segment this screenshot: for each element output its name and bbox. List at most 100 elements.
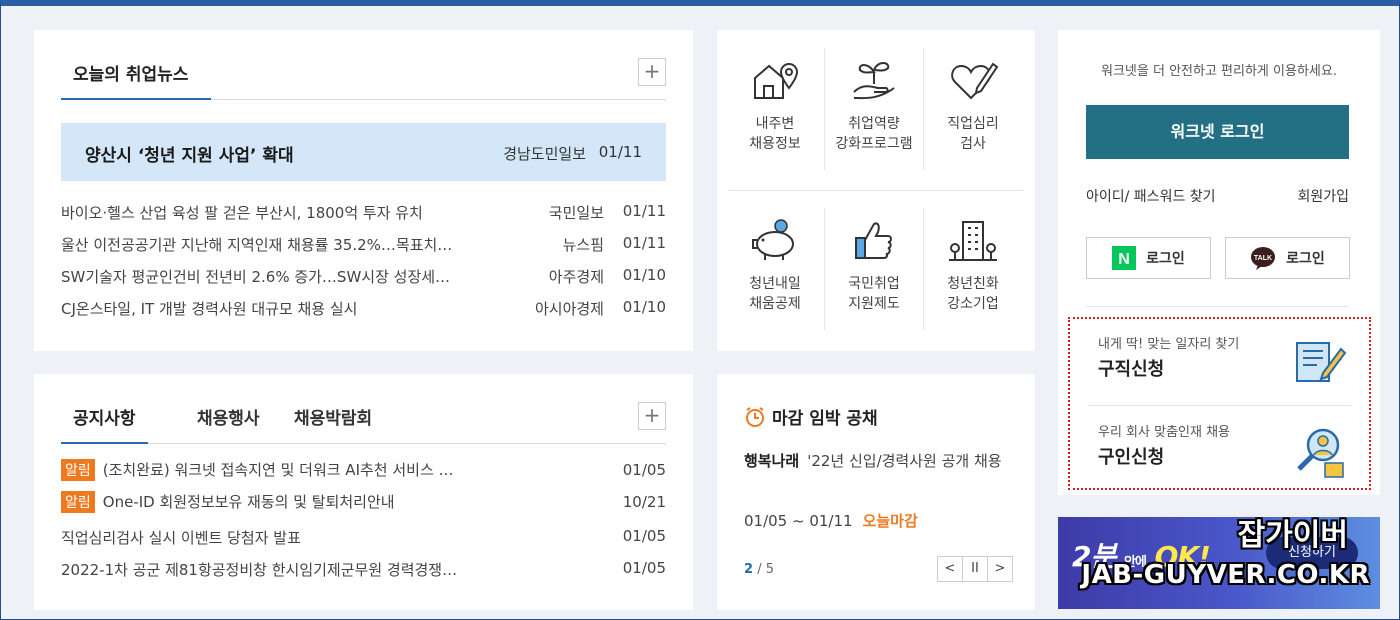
prev-button[interactable]: < xyxy=(937,556,963,582)
service-label: 청년친화 강소기업 xyxy=(947,276,999,312)
heart-pen-icon xyxy=(951,62,999,100)
headline-date: 01/11 xyxy=(598,143,642,161)
kakaotalk-icon: TALK xyxy=(1251,247,1276,270)
naver-mark: N xyxy=(1118,251,1130,268)
magnifier-person-icon xyxy=(1297,428,1344,478)
services-card: 내주변 채용정보 취업역량 강화프로그램 직업심리 검사 청년내일 채움공제 국… xyxy=(717,30,1035,351)
tab-job-fair[interactable]: 채용박람회 xyxy=(294,404,372,429)
login-card: 워크넷을 더 안전하고 편리하게 이용하세요. 워크넷 로그인 아이디/ 패스워… xyxy=(1058,30,1380,495)
headline-title: 양산시 ‘청년 지원 사업’ 확대 xyxy=(85,146,294,166)
document-pen-icon xyxy=(1296,342,1347,382)
kakao-mark: TALK xyxy=(1254,255,1272,262)
piggy-bank-icon xyxy=(752,219,794,260)
deadline-title: 마감 임박 공채 xyxy=(772,409,878,429)
notice-badge: 알림 xyxy=(61,459,95,481)
notice-tabs: 공지사항 채용행사 채용박람회 + xyxy=(61,374,666,444)
notice-item[interactable]: 직업심리검사 실시 이벤트 당첨자 발표 01/05 xyxy=(61,525,666,549)
service-label: 취업역량 강화프로그램 xyxy=(835,116,913,152)
find-id-password-link[interactable]: 아이디/ 패스워드 찾기 xyxy=(1086,186,1216,206)
tab-recruit-events[interactable]: 채용행사 xyxy=(197,404,260,429)
naver-login-button[interactable]: N 로그인 xyxy=(1086,237,1211,279)
worknet-login-button[interactable]: 워크넷 로그인 xyxy=(1086,105,1349,159)
notice-item-date: 01/05 xyxy=(622,461,666,479)
notice-item[interactable]: 알림 (조치완료) 워크넷 접속지연 및 더워크 AI추천 서비스 … 01/05 xyxy=(61,459,666,483)
watermark-url: JAB-GUYVER.CO.KR xyxy=(1081,560,1370,590)
news-item-title: CJ온스타일, IT 개발 경력사원 대규모 채용 실시 xyxy=(61,300,358,318)
deadline-period-row: 01/05 ~ 01/11 오늘마감 xyxy=(744,510,918,531)
sprout-hand-icon xyxy=(853,62,895,100)
pause-button[interactable]: II xyxy=(962,556,988,582)
employer-apply[interactable]: 우리 회사 맞춤인재 채용 구인신청 xyxy=(1070,407,1369,491)
news-item-title: SW기술자 평균인건비 전년비 2.6% 증가…SW시장 성장세… xyxy=(61,268,451,286)
deadline-card: 마감 임박 공채 행복나래 '22년 신입/경력사원 공개 채용 01/05 ~ … xyxy=(717,374,1035,610)
news-item[interactable]: SW기술자 평균인건비 전년비 2.6% 증가…SW시장 성장세… 아주경제 0… xyxy=(61,264,666,288)
quick-title: 구직신청 xyxy=(1098,359,1165,380)
tab-notice[interactable]: 공지사항 xyxy=(61,404,148,444)
alarm-clock-icon xyxy=(746,407,764,427)
notice-item-title: 2022-1차 공군 제81항공정비창 한시임기제군무원 경력경쟁… xyxy=(61,561,458,579)
news-header: 오늘의 취업뉴스 + xyxy=(61,30,666,100)
news-item[interactable]: 울산 이전공공기관 지난해 지역인재 채용률 35.2%…목표치… 뉴스핌 01… xyxy=(61,232,666,256)
divider xyxy=(1088,405,1351,406)
tab-today-news[interactable]: 오늘의 취업뉴스 xyxy=(61,30,211,100)
notice-card: 공지사항 채용행사 채용박람회 + 알림 (조치완료) 워크넷 접속지연 및 더워… xyxy=(34,374,693,610)
news-item-source: 아주경제 xyxy=(548,268,604,286)
news-item-date: 01/10 xyxy=(622,298,666,316)
news-item-date: 01/11 xyxy=(622,202,666,220)
news-card: 오늘의 취업뉴스 + 양산시 ‘청년 지원 사업’ 확대 경남도민일보 01/1… xyxy=(34,30,693,351)
news-item-source: 뉴스핌 xyxy=(562,236,604,254)
news-item[interactable]: CJ온스타일, IT 개발 경력사원 대규모 채용 실시 아시아경제 01/10 xyxy=(61,296,666,320)
quick-title: 구인신청 xyxy=(1098,447,1165,468)
building-icon xyxy=(949,221,997,261)
kakao-login-button[interactable]: TALK 로그인 xyxy=(1225,237,1350,279)
news-item-title: 울산 이전공공기관 지난해 지역인재 채용률 35.2%…목표치… xyxy=(61,236,453,254)
deadline-company: 행복나래 xyxy=(744,452,800,470)
job-seeker-apply[interactable]: 내게 딱! 맞는 일자리 찾기 구직신청 xyxy=(1070,319,1369,403)
news-headline[interactable]: 양산시 ‘청년 지원 사업’ 확대 경남도민일보 01/11 xyxy=(61,123,666,181)
service-career-test[interactable]: 직업심리 검사 xyxy=(924,58,1022,180)
next-button[interactable]: > xyxy=(987,556,1013,582)
notice-item-date: 10/21 xyxy=(622,493,666,511)
house-location-icon xyxy=(754,62,799,99)
notice-item-title: (조치완료) 워크넷 접속지연 및 더워크 AI추천 서비스 … xyxy=(102,461,454,479)
service-label: 내주변 채용정보 xyxy=(749,116,801,152)
service-competency-program[interactable]: 취업역량 강화프로그램 xyxy=(825,58,923,180)
service-label: 청년내일 채움공제 xyxy=(749,276,801,312)
watermark-title: 잡가이버 xyxy=(1237,518,1348,553)
service-label: 국민취업 지원제도 xyxy=(848,276,900,312)
divider xyxy=(729,190,1023,191)
naver-icon: N xyxy=(1112,246,1137,270)
news-item-source: 국민일보 xyxy=(548,204,604,222)
notice-item[interactable]: 알림 One-ID 회원정보보유 재동의 및 탈퇴처리안내 10/21 xyxy=(61,491,666,515)
pager-total: / 5 xyxy=(757,562,774,577)
news-item-source: 아시아경제 xyxy=(534,300,604,318)
deadline-pager: 2 / 5 xyxy=(744,562,774,577)
login-notice: 워크넷을 더 안전하고 편리하게 이용하세요. xyxy=(1101,64,1337,79)
notice-item[interactable]: 2022-1차 공군 제81항공정비창 한시임기제군무원 경력경쟁… 01/05 xyxy=(61,557,666,581)
service-youth-savings[interactable]: 청년내일 채움공제 xyxy=(726,218,824,340)
headline-source: 경남도민일보 xyxy=(503,145,586,163)
quick-subtitle: 우리 회사 맞춤인재 채용 xyxy=(1098,425,1230,440)
news-item-title: 바이오·헬스 산업 육성 팔 걷은 부산시, 1800억 투자 유치 xyxy=(61,204,423,222)
deadline-period: 01/05 ~ 01/11 xyxy=(744,512,853,530)
news-more-button[interactable]: + xyxy=(638,58,666,86)
quick-apply-box: 내게 딱! 맞는 일자리 찾기 구직신청 우리 회사 맞춤인재 채용 구인신청 xyxy=(1068,317,1371,490)
kakao-login-label: 로그인 xyxy=(1286,251,1325,267)
deadline-heading: 마감 임박 공채 xyxy=(744,404,878,429)
naver-login-label: 로그인 xyxy=(1146,251,1185,267)
pager-current: 2 xyxy=(744,562,754,577)
deadline-posting[interactable]: 행복나래 '22년 신입/경력사원 공개 채용 xyxy=(744,446,1014,476)
quick-subtitle: 내게 딱! 맞는 일자리 찾기 xyxy=(1098,337,1240,352)
service-youth-friendly-companies[interactable]: 청년친화 강소기업 xyxy=(924,218,1022,340)
signup-link[interactable]: 회원가입 xyxy=(1297,186,1349,206)
service-employment-support[interactable]: 국민취업 지원제도 xyxy=(825,218,923,340)
pager-controls: < II > xyxy=(937,556,1013,582)
service-nearby-jobs[interactable]: 내주변 채용정보 xyxy=(726,58,824,180)
notice-item-date: 01/05 xyxy=(622,527,666,545)
thumbs-up-icon xyxy=(855,222,892,259)
notice-item-title: 직업심리검사 실시 이벤트 당첨자 발표 xyxy=(61,529,301,547)
news-item[interactable]: 바이오·헬스 산업 육성 팔 걷은 부산시, 1800억 투자 유치 국민일보 … xyxy=(61,200,666,224)
news-item-date: 01/10 xyxy=(622,266,666,284)
notice-more-button[interactable]: + xyxy=(638,402,666,430)
service-label: 직업심리 검사 xyxy=(947,116,999,152)
